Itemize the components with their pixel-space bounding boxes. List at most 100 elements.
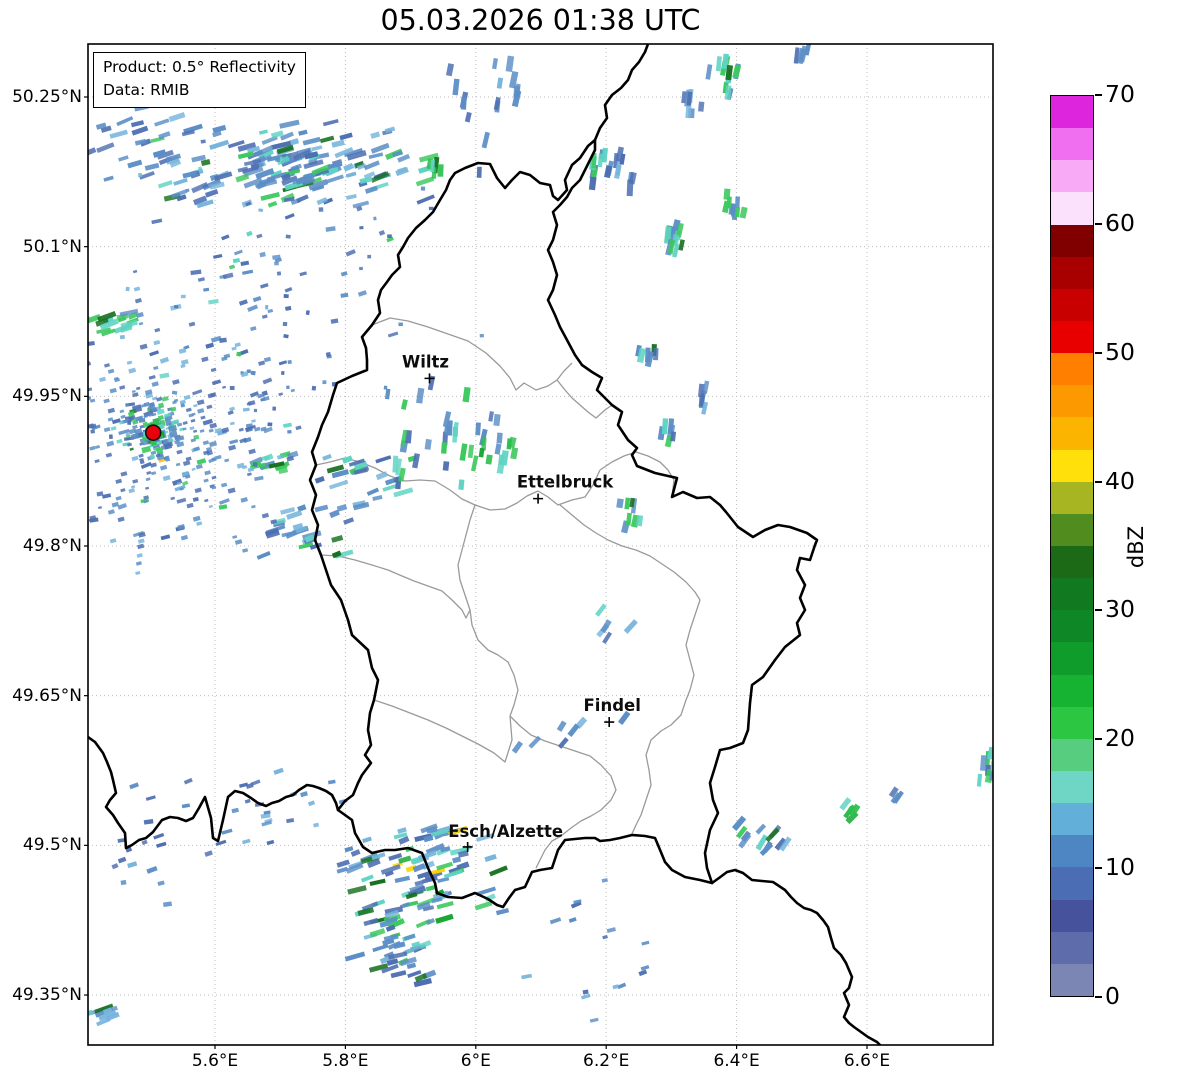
colorbar-tick-label: 30	[1105, 595, 1135, 624]
colorbar-segment	[1051, 770, 1093, 804]
map-plot: Wiltz Ettelbruck Findel Esch/Alzette	[84, 43, 994, 1049]
city-label: Findel	[584, 696, 641, 715]
echo-cluster	[664, 219, 685, 258]
colorbar-tick-label: 50	[1105, 337, 1135, 366]
colorbar-segment	[1051, 417, 1093, 450]
echo-cluster	[521, 878, 650, 980]
echo-cluster	[478, 428, 519, 474]
echo-cluster	[722, 188, 748, 220]
colorbar-segment	[1051, 192, 1093, 225]
echo-cluster	[595, 603, 638, 645]
echo-cluster	[143, 767, 348, 857]
colorbar-tick-label: 0	[1105, 982, 1120, 1010]
x-tick-label: 6.6°E	[843, 1051, 891, 1071]
echo-cluster	[88, 1003, 120, 1027]
colorbar-segment	[1051, 899, 1093, 932]
colorbar-segment	[1051, 353, 1093, 386]
plot-frame	[87, 43, 994, 1046]
colorbar-segment	[1051, 160, 1093, 193]
echo-cluster	[88, 98, 187, 202]
y-tick-label: 49.5°N	[22, 835, 82, 856]
colorbar-segment	[1051, 610, 1093, 643]
colorbar-tick-label: 10	[1105, 853, 1135, 882]
y-tick-label: 49.8°N	[22, 536, 82, 556]
colorbar-tick-mark	[1095, 94, 1102, 96]
echo-cluster	[426, 156, 444, 179]
radar-figure: 05.03.2026 01:38 UTC Wiltz Ettelbruck Find…	[0, 0, 1184, 1081]
echo-cluster	[657, 418, 677, 448]
colorbar-segment	[1051, 803, 1093, 836]
colorbar-tick-mark	[1095, 738, 1102, 741]
colorbar	[1050, 95, 1094, 997]
x-tick-label: 6.2°E	[583, 1051, 630, 1071]
echo-cluster	[888, 786, 904, 804]
colorbar-segment	[1051, 545, 1093, 579]
y-tick-label: 49.65°N	[12, 685, 82, 706]
y-tick-label: 49.95°N	[12, 386, 82, 407]
colorbar-segment	[1051, 288, 1093, 321]
echo-cluster	[839, 797, 861, 825]
radar-echoes-layer	[88, 44, 993, 1027]
echo-cluster	[150, 118, 439, 209]
radar-clutter	[88, 269, 302, 576]
colorbar-segment	[1051, 513, 1093, 546]
colorbar-segment	[1051, 835, 1093, 868]
x-tick-label: 5.6°E	[191, 1051, 239, 1071]
colorbar-axis-label: dBZ	[1124, 525, 1148, 569]
echo-cluster	[580, 969, 648, 1023]
echo-cluster	[256, 504, 355, 560]
colorbar-segment	[1051, 642, 1093, 675]
x-tick-label: 6.4°E	[713, 1051, 760, 1071]
colorbar-tick-mark	[1095, 867, 1102, 870]
colorbar-segment	[1051, 963, 1093, 996]
echo-cluster	[635, 343, 659, 368]
gridlines	[88, 44, 993, 1045]
city-layer: Wiltz Ettelbruck Findel Esch/Alzette	[402, 352, 641, 852]
city-label: Ettelbruck	[517, 473, 614, 492]
echo-cluster	[616, 497, 644, 534]
colorbar-segment	[1051, 449, 1093, 482]
colorbar-tick-mark	[1095, 609, 1102, 612]
colorbar-segment	[1051, 578, 1093, 611]
radar-site-dot	[144, 424, 162, 441]
colorbar-segment	[1051, 256, 1093, 289]
colorbar-segment	[1051, 706, 1093, 739]
colorbar-segment	[1051, 867, 1093, 900]
echo-cluster	[249, 450, 299, 475]
colorbar-segment	[1051, 96, 1093, 129]
city-marker-icon	[604, 717, 615, 728]
y-tick-label: 49.35°N	[12, 985, 82, 1006]
product-line: Product: 0.5° Reflectivity	[103, 58, 296, 76]
product-info-box: Product: 0.5° Reflectivity Data: RMIB	[93, 52, 306, 108]
echo-cluster	[511, 710, 631, 754]
echo-cluster	[731, 815, 792, 857]
echo-cluster	[793, 44, 812, 65]
colorbar-tick-mark	[1095, 480, 1102, 483]
colorbar-tick-mark	[1095, 996, 1102, 998]
city-label: Wiltz	[402, 352, 449, 371]
colorbar-tick-label: 40	[1105, 466, 1135, 495]
echo-cluster	[111, 782, 173, 907]
colorbar-segment	[1051, 674, 1093, 707]
colorbar-segment	[1051, 738, 1093, 771]
echo-cluster	[681, 88, 705, 119]
echo-cluster	[344, 901, 454, 988]
echo-cluster	[705, 53, 742, 101]
echo-cluster	[697, 380, 710, 415]
colorbar-segment	[1051, 385, 1093, 418]
colorbar-segment	[1051, 481, 1093, 514]
colorbar-tick-mark	[1095, 351, 1102, 354]
data-source-line: Data: RMIB	[103, 81, 190, 100]
echo-cluster	[496, 55, 522, 108]
colorbar-segment	[1051, 320, 1093, 354]
colorbar-tick-mark	[1095, 222, 1102, 225]
luxembourg-border	[308, 138, 819, 909]
y-tick-label: 50.1°N	[22, 236, 82, 257]
echo-cluster	[445, 57, 501, 178]
echo-cluster	[613, 146, 637, 197]
colorbar-tick-label: 20	[1105, 724, 1135, 753]
x-tick-label: 6°E	[460, 1051, 491, 1071]
canton-borders	[315, 317, 701, 869]
colorbar-tick-label: 70	[1105, 80, 1135, 108]
colorbar-segment	[1051, 128, 1093, 161]
